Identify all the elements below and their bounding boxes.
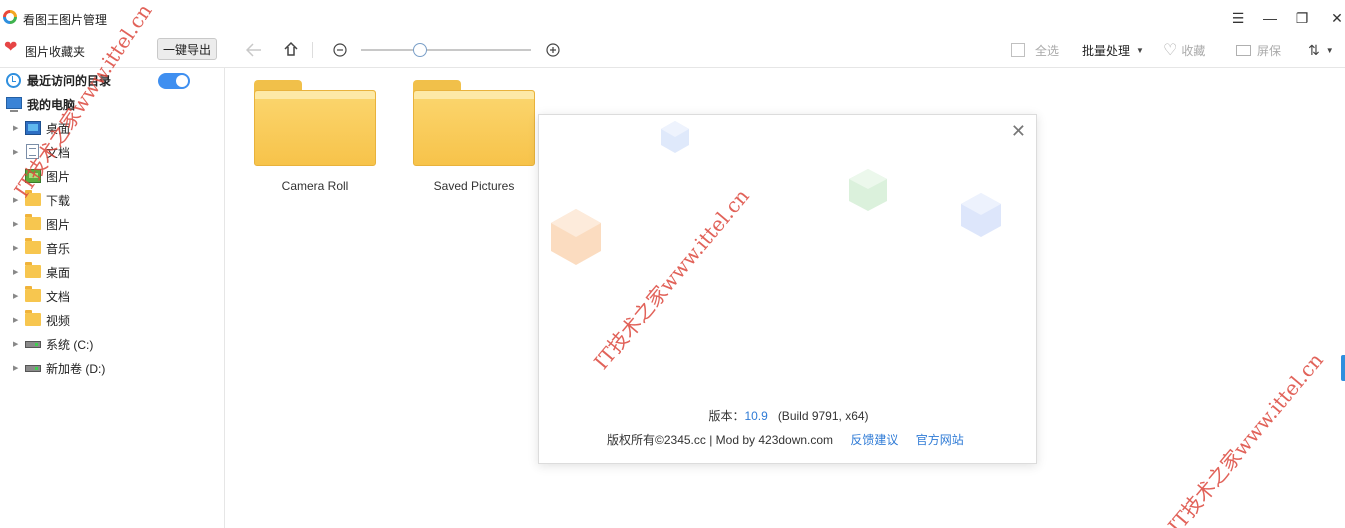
cube-decoration-icon	[961, 193, 1001, 237]
sidebar-item-label: 系统 (C:)	[46, 337, 94, 352]
app-logo-icon	[3, 10, 17, 24]
batch-process-dropdown[interactable]: 批量处理 ▼	[1082, 40, 1144, 60]
folder-icon	[25, 214, 41, 230]
sidebar-item-desktop[interactable]: ▶ 桌面	[0, 118, 224, 138]
sidebar-item-videos[interactable]: ▶ 视频	[0, 310, 224, 330]
about-footer: 版权所有©2345.cc | Mod by 423down.com 反馈建议 官…	[607, 431, 964, 448]
folder-icon	[254, 80, 376, 166]
sidebar-item-pictures-folder[interactable]: ▶ 图片	[0, 214, 224, 234]
recent-toggle[interactable]	[158, 73, 190, 89]
drive-icon	[25, 341, 41, 348]
caret-down-icon: ▼	[1325, 45, 1334, 55]
zoom-out-icon[interactable]	[331, 41, 349, 59]
screensaver-button[interactable]: 屏保	[1236, 40, 1281, 60]
sidebar-item-drive-c[interactable]: ▶ 系统 (C:)	[0, 334, 224, 354]
expand-arrow-icon[interactable]: ▶	[13, 196, 18, 204]
toolbar: ❤ 图片收藏夹 一键导出 全选 批量处理 ▼ ♡ 收藏 屏保 ⇅ ▼	[0, 36, 1345, 66]
sidebar-item-documents-folder[interactable]: ▶ 文档	[0, 286, 224, 306]
app-window: 看图王图片管理 ☰ — ❐ ✕ ❤ 图片收藏夹 一键导出 全选 批量处理 ▼ ♡…	[0, 0, 1345, 528]
monitor-icon	[1236, 44, 1251, 56]
folder-tile[interactable]: Saved Pictures	[413, 76, 535, 196]
side-tab-handle[interactable]	[1341, 355, 1345, 381]
sidebar-item-label: 图片	[46, 217, 71, 232]
favorite-label: 收藏	[1181, 43, 1206, 58]
cube-decoration-icon	[661, 121, 689, 153]
zoom-in-icon[interactable]	[544, 41, 562, 59]
window-title: 看图王图片管理	[23, 13, 108, 27]
title-bar: 看图王图片管理 ☰ — ❐ ✕	[0, 0, 1345, 36]
toolbar-divider	[312, 42, 313, 58]
sidebar-item-drive-d[interactable]: ▶ 新加卷 (D:)	[0, 358, 224, 378]
expand-arrow-icon[interactable]: ▶	[13, 124, 18, 132]
zoom-slider-track[interactable]	[361, 49, 531, 51]
build-info: (Build 9791, x64)	[767, 409, 869, 423]
sidebar-item-label: 音乐	[46, 241, 71, 256]
sidebar-item-desktop-folder[interactable]: ▶ 桌面	[0, 262, 224, 282]
folder-tile[interactable]: Camera Roll	[254, 76, 376, 196]
sidebar: 最近访问的目录 我的电脑 ▶ 桌面 ▶ 文档 图片 ▶ 下载 ▶ 图片 ▶ 音乐…	[0, 68, 224, 528]
expand-arrow-icon[interactable]: ▶	[13, 364, 18, 372]
expand-arrow-icon[interactable]: ▶	[13, 244, 18, 252]
cube-decoration-icon	[849, 169, 887, 211]
sidebar-item-label: 下载	[46, 193, 71, 208]
sort-icon: ⇅	[1308, 41, 1320, 58]
desktop-icon	[25, 121, 41, 135]
minimize-button[interactable]: —	[1260, 8, 1280, 28]
copyright-text: 版权所有©2345.cc | Mod by 423down.com	[607, 433, 834, 447]
sidebar-item-label: 视频	[46, 313, 71, 328]
export-button[interactable]: 一键导出	[157, 38, 217, 60]
folder-name: Saved Pictures	[433, 179, 515, 193]
folder-icon	[413, 80, 535, 166]
watermark-text: IT技术之家www.ittel.cn	[1163, 348, 1328, 528]
clock-icon	[6, 73, 21, 88]
close-icon[interactable]: ✕	[1011, 121, 1026, 142]
feedback-link[interactable]: 反馈建议	[850, 433, 898, 447]
folder-icon	[25, 310, 41, 326]
zoom-slider-thumb[interactable]	[413, 43, 427, 57]
expand-arrow-icon[interactable]: ▶	[13, 268, 18, 276]
computer-icon	[6, 97, 22, 112]
heart-icon[interactable]: ❤	[4, 40, 17, 56]
version-prefix: 版本：	[708, 409, 745, 423]
close-button[interactable]: ✕	[1327, 8, 1345, 28]
heart-outline-icon: ♡	[1163, 42, 1178, 59]
select-all-checkbox[interactable]	[1011, 43, 1025, 57]
favorites-label[interactable]: 图片收藏夹	[25, 43, 85, 60]
expand-arrow-icon[interactable]: ▶	[13, 220, 18, 228]
sort-dropdown[interactable]: ⇅ ▼	[1308, 40, 1334, 60]
sidebar-divider-line	[224, 68, 225, 528]
sidebar-item-label: 新加卷 (D:)	[46, 361, 106, 376]
version-line: 版本：10.9 (Build 9791, x64)	[539, 407, 1038, 424]
menu-icon[interactable]: ☰	[1228, 8, 1248, 28]
screensaver-label: 屏保	[1257, 43, 1282, 58]
folder-icon	[25, 238, 41, 254]
folder-icon	[25, 262, 41, 278]
drive-icon	[25, 365, 41, 372]
sidebar-item-label: 桌面	[46, 265, 71, 280]
sidebar-item-music[interactable]: ▶ 音乐	[0, 238, 224, 258]
folder-icon	[25, 286, 41, 302]
up-folder-icon[interactable]	[281, 39, 301, 59]
caret-down-icon: ▼	[1136, 45, 1144, 55]
select-all-label: 全选	[1035, 43, 1060, 58]
restore-button[interactable]: ❐	[1292, 8, 1312, 28]
expand-arrow-icon[interactable]: ▶	[13, 148, 18, 156]
version-number: 10.9	[744, 409, 768, 423]
expand-arrow-icon[interactable]: ▶	[13, 316, 18, 324]
website-link[interactable]: 官方网站	[916, 433, 964, 447]
cube-decoration-icon	[551, 209, 601, 265]
expand-arrow-icon[interactable]: ▶	[13, 340, 18, 348]
about-dialog: ✕ 版本：10.9 (Build 9791, x64) 版权所有©2345.cc…	[538, 114, 1037, 464]
expand-arrow-icon[interactable]: ▶	[13, 292, 18, 300]
folder-name: Camera Roll	[281, 179, 349, 193]
select-all-control[interactable]: 全选	[1011, 40, 1059, 60]
batch-label: 批量处理	[1082, 43, 1131, 58]
back-arrow-icon[interactable]	[244, 40, 264, 60]
sidebar-item-label: 文档	[46, 289, 71, 304]
favorite-button[interactable]: ♡ 收藏	[1163, 40, 1205, 60]
sidebar-item-computer[interactable]: 我的电脑	[0, 94, 224, 114]
